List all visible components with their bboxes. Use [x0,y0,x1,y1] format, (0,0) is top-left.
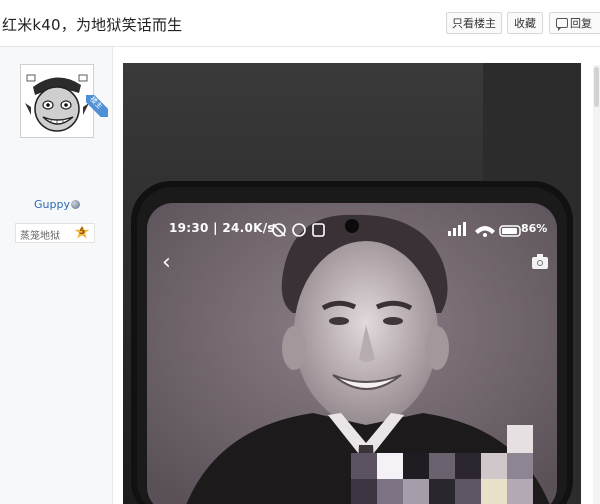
op-badge-label: 楼主 [88,95,104,111]
op-badge: 楼主 [86,95,108,117]
author-panel: 楼主 Guppy 蒸笼地狱 5 [0,47,113,504]
phone-status-battery: 86% [521,222,548,235]
reply-button-label: 回复 [570,17,592,30]
only-op-button[interactable]: 只看楼主 [446,12,502,34]
thread-header: 红米k40，为地狱笑话而生 只看楼主 收藏 回复 [0,0,600,47]
scrollbar-thumb[interactable] [594,67,599,107]
post-photo[interactable]: 19:30 | 24.0K/s 86% ‹ [123,63,581,504]
thread-title: 红米k40，为地狱笑话而生 [2,16,183,34]
reply-icon [556,18,568,31]
avatar-cartoon-face-image [21,65,93,137]
favorite-button[interactable]: 收藏 [507,12,543,34]
username-link[interactable]: Guppy [34,198,80,211]
level-number: 5 [78,227,86,237]
back-arrow-icon: ‹ [162,250,171,275]
reply-button[interactable]: 回复 [549,12,600,34]
camera-icon [532,254,548,269]
phone-status-time: 19:30 | 24.0K/s [169,221,275,235]
level-name: 蒸笼地狱 [20,231,60,242]
avatar[interactable] [20,64,94,138]
level-box: 蒸笼地狱 5 [15,223,95,243]
phone-photo-illustration [123,63,581,504]
username-label: Guppy [34,198,70,211]
scrollbar[interactable] [593,65,600,504]
post-content: 19:30 | 24.0K/s 86% ‹ [113,47,600,504]
member-level-dot-icon [70,200,80,209]
level-star-icon: 5 [74,225,90,239]
